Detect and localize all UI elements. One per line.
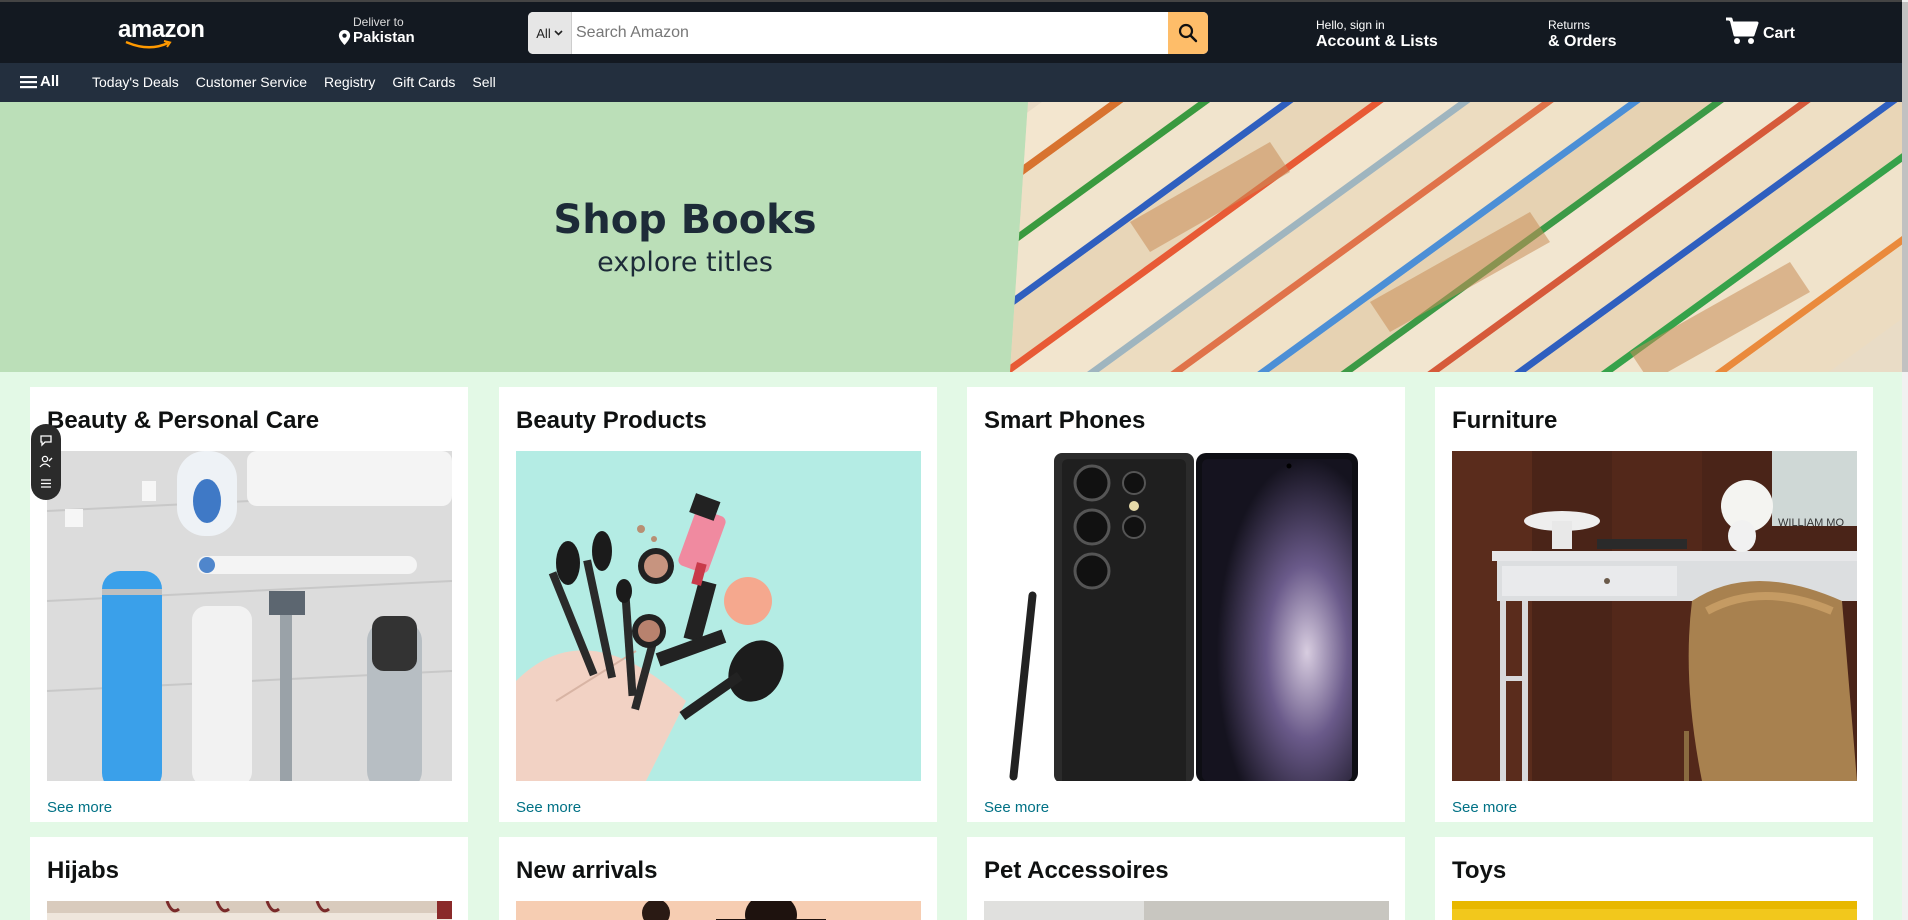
nav-sell[interactable]: Sell <box>472 74 495 90</box>
see-more-link[interactable]: See more <box>984 799 1049 816</box>
all-menu-button[interactable]: All <box>20 73 59 90</box>
card-image-toys[interactable] <box>1452 901 1857 920</box>
deliver-label: Deliver to <box>353 15 404 29</box>
card-image-furniture[interactable]: WILLIAM MO <box>1452 451 1857 781</box>
hero-title: Shop Books <box>553 196 817 243</box>
category-card: Smart Phones See more <box>967 387 1405 822</box>
cart-icon <box>1726 17 1759 44</box>
personal-care-image <box>47 451 452 781</box>
poster-text: WILLIAM MO <box>1778 517 1844 529</box>
nav-registry[interactable]: Registry <box>324 74 375 90</box>
sub-nav: All Today's Deals Customer Service Regis… <box>0 63 1908 102</box>
floating-toolbar <box>31 424 61 500</box>
logo-text: amazon <box>118 16 205 43</box>
returns-orders[interactable]: Returns & Orders <box>1548 18 1616 51</box>
card-title: New arrivals <box>516 857 658 884</box>
account-greeting: Hello, sign in <box>1316 18 1385 32</box>
category-card: Hijabs <box>30 837 468 920</box>
cart-button[interactable]: Cart <box>1725 16 1795 46</box>
see-more-link[interactable]: See more <box>516 799 581 816</box>
card-title: Hijabs <box>47 857 120 884</box>
nav-gift-cards[interactable]: Gift Cards <box>392 74 455 90</box>
search-category-value: All <box>536 25 551 41</box>
new-arrivals-image <box>516 901 921 920</box>
chevron-down-icon <box>554 30 563 36</box>
deliver-to[interactable]: Deliver to Pakistan <box>338 15 428 46</box>
see-more-link[interactable]: See more <box>1452 799 1517 816</box>
category-card: Beauty Products See more <box>499 387 937 822</box>
card-title: Smart Phones <box>984 407 1146 434</box>
search-button[interactable] <box>1168 12 1208 54</box>
account-lists[interactable]: Hello, sign in Account & Lists <box>1316 18 1438 51</box>
card-image-smart-phones[interactable] <box>984 451 1389 781</box>
card-image-beauty-personal-care[interactable] <box>47 451 452 781</box>
logo-smile-icon <box>125 40 172 49</box>
cart-label: Cart <box>1763 25 1796 42</box>
toys-image <box>1452 901 1857 920</box>
hijabs-image <box>47 901 452 920</box>
menu-icon[interactable] <box>39 477 53 490</box>
card-image-new-arrivals[interactable] <box>516 901 921 920</box>
smartphone-image <box>984 451 1389 781</box>
card-title: Toys <box>1452 857 1507 884</box>
search-icon <box>1178 23 1198 43</box>
account-label: Account & Lists <box>1316 33 1438 50</box>
card-title: Beauty & Personal Care <box>47 407 320 434</box>
pet-accessories-image <box>984 901 1389 920</box>
card-image-pet-accessories[interactable] <box>984 901 1389 920</box>
category-card: Pet Accessoires <box>967 837 1405 920</box>
category-card: New arrivals <box>499 837 937 920</box>
hero-subtitle: explore titles <box>597 246 773 278</box>
card-image-hijabs[interactable] <box>47 901 452 920</box>
hamburger-icon <box>20 75 37 88</box>
category-card: Beauty & Personal Care See more <box>30 387 468 822</box>
nav-customer-service[interactable]: Customer Service <box>196 74 307 90</box>
card-title: Pet Accessoires <box>984 857 1169 884</box>
top-nav: amazon Deliver to Pakistan All Search Am… <box>0 0 1908 63</box>
makeup-image <box>516 451 921 781</box>
card-image-beauty-products[interactable] <box>516 451 921 781</box>
scrollbar-thumb[interactable] <box>1902 2 1908 372</box>
returns-label: Returns <box>1548 18 1591 32</box>
furniture-image: WILLIAM MO <box>1452 451 1857 781</box>
comment-icon[interactable] <box>39 434 53 447</box>
orders-label: & Orders <box>1548 33 1617 50</box>
books-image <box>1010 102 1908 372</box>
card-title: Furniture <box>1452 407 1558 434</box>
category-card: Furniture WILLIAM MO See more <box>1435 387 1873 822</box>
search-bar: All <box>528 12 1208 54</box>
page-scrollbar[interactable] <box>1902 0 1908 920</box>
search-input[interactable] <box>572 12 1168 54</box>
amazon-logo[interactable]: amazon <box>118 16 205 49</box>
deliver-country: Pakistan <box>353 29 415 46</box>
all-menu-label: All <box>40 73 60 90</box>
search-category-select[interactable]: All <box>528 12 572 54</box>
card-title: Beauty Products <box>516 407 707 434</box>
location-pin-icon <box>338 30 351 45</box>
category-card: Toys <box>1435 837 1873 920</box>
user-edit-icon[interactable] <box>39 455 53 468</box>
nav-todays-deals[interactable]: Today's Deals <box>92 74 179 90</box>
hero-banner[interactable]: Shop Books explore titles <box>0 102 1908 372</box>
see-more-link[interactable]: See more <box>47 799 112 816</box>
